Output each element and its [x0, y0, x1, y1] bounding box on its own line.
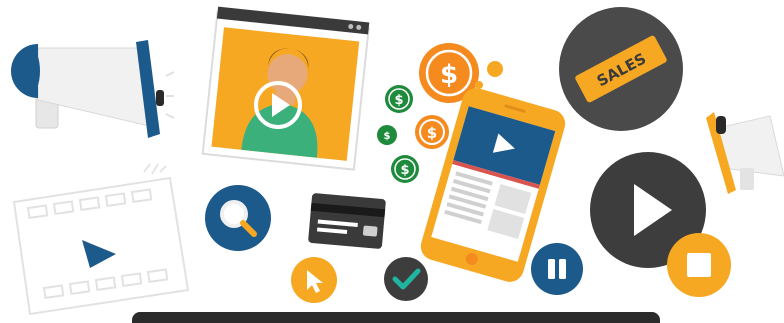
credit-card-icon [304, 190, 390, 252]
bottom-bar [132, 312, 660, 323]
cursor-arrow-icon[interactable] [290, 256, 338, 304]
currency-symbol: $ [394, 93, 403, 108]
pause-icon[interactable] [530, 242, 584, 296]
search-icon[interactable] [204, 184, 272, 252]
dot-orange-icon [486, 60, 504, 78]
megaphone-left-icon [8, 34, 175, 144]
storyboard-icon [10, 168, 190, 318]
dollar-coin-green-small-icon: $ [376, 124, 398, 146]
currency-symbol: $ [384, 131, 391, 142]
checkmark-icon[interactable] [383, 256, 429, 302]
stop-icon[interactable] [666, 232, 732, 298]
sparkle-icon [140, 160, 170, 180]
megaphone-right-icon [700, 98, 784, 194]
currency-symbol: $ [440, 60, 458, 90]
play-icon[interactable] [253, 80, 303, 130]
